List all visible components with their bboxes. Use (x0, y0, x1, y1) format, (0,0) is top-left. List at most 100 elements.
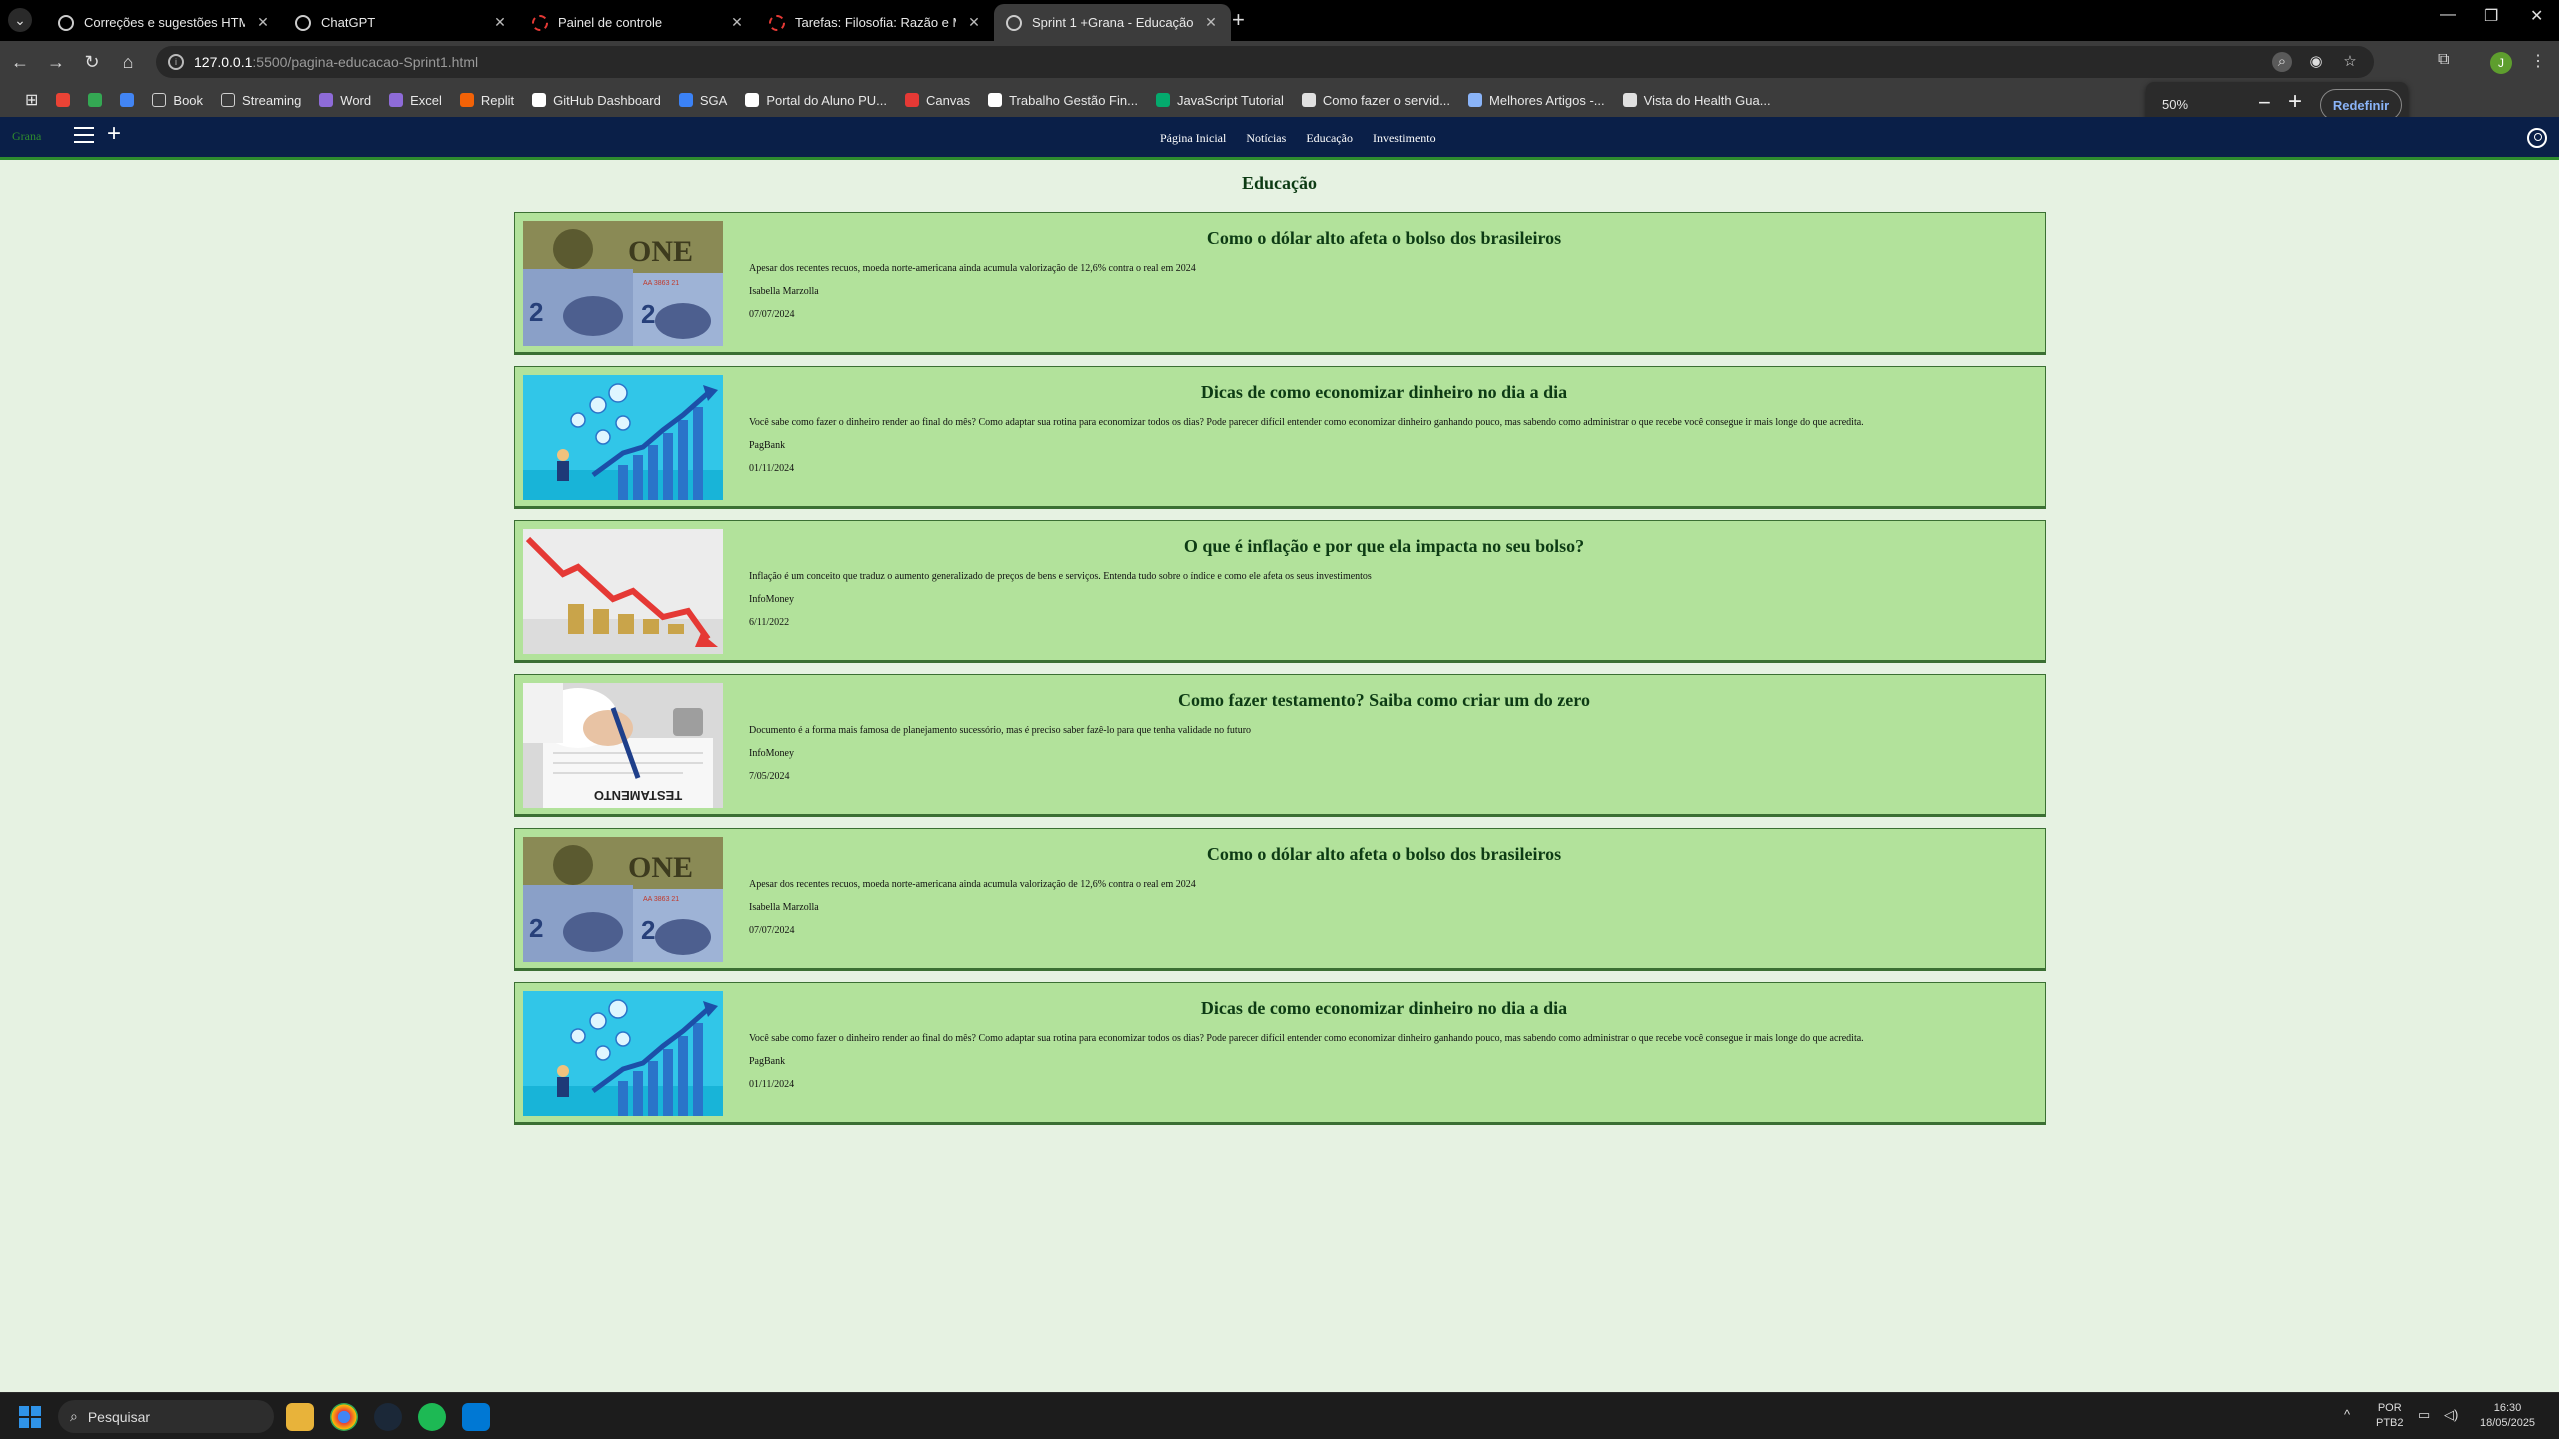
article-image[interactable] (523, 529, 723, 654)
profile-avatar[interactable]: J (2490, 52, 2512, 74)
bookmark-label: JavaScript Tutorial (1176, 92, 1284, 108)
article-image[interactable]: ONE 2 2 AA 3863 21 (523, 837, 723, 962)
home-icon[interactable]: ⌂ (116, 50, 140, 74)
window-close-icon[interactable]: ✕ (2530, 6, 2543, 26)
close-icon[interactable]: ✕ (1203, 14, 1219, 31)
bookmark-docs[interactable] (111, 93, 143, 107)
article-card[interactable]: ONE 2 2 AA 3863 21 Como o dólar alto afeta o… (514, 212, 2046, 355)
bookmark-javascript-tutorial[interactable]: JavaScript Tutorial (1147, 93, 1293, 108)
minimize-icon[interactable]: — (2440, 6, 2456, 24)
bookmark-label: Portal do Aluno PU... (766, 92, 887, 108)
bookmark-label: Melhores Artigos -... (1489, 92, 1605, 108)
zoom-out-button[interactable]: − (2258, 90, 2271, 116)
article-card[interactable]: ONE 2 2 AA 3863 21 Como o dólar alto afeta o… (514, 828, 2046, 971)
menu-item-pagina-inicial[interactable]: Página Inicial (1160, 131, 1226, 146)
bookmark-como-fazer-o-servid[interactable]: Como fazer o servid... (1293, 93, 1459, 108)
article-card[interactable]: TESTAMENTO Como fazer testamento? Saiba c… (514, 674, 2046, 817)
url-text[interactable]: 127.0.0.1:5500/pagina-educacao-Sprint1.h… (194, 54, 478, 70)
bookmark-portal-do-aluno-pu[interactable]: Portal do Aluno PU... (736, 93, 896, 108)
vscode-icon[interactable] (462, 1403, 490, 1431)
bookmark-github-dashboard[interactable]: GitHub Dashboard (523, 93, 670, 108)
bookmark-word[interactable]: Word (310, 93, 380, 108)
menu-kebab-icon[interactable]: ⋮ (2530, 51, 2546, 71)
plus-icon[interactable]: + (107, 122, 121, 146)
article-title[interactable]: O que é inflação e por que ela impacta n… (723, 536, 2045, 557)
bookmark-drive[interactable] (79, 93, 111, 107)
taskbar-search[interactable]: ⌕ Pesquisar (58, 1400, 274, 1433)
svg-text:2: 2 (641, 915, 655, 945)
article-title[interactable]: Como o dólar alto afeta o bolso dos bras… (723, 228, 2045, 249)
bookmark-vista-do-health-gua[interactable]: Vista do Health Gua... (1614, 93, 1780, 108)
bookmark-streaming[interactable]: Streaming (212, 93, 310, 108)
tab-correcoes[interactable]: Correções e sugestões HTML ✕ (46, 4, 283, 41)
browser-tab-strip: ⌄ Correções e sugestões HTML ✕ ChatGPT ✕… (0, 0, 2559, 41)
close-icon[interactable]: ✕ (492, 14, 508, 31)
user-account-icon[interactable] (2527, 128, 2547, 148)
bookmark-canvas[interactable]: Canvas (896, 93, 979, 108)
bookmark-label: Trabalho Gestão Fin... (1009, 92, 1138, 108)
tab-sprint-educacao[interactable]: Sprint 1 +Grana - Educação ✕ (994, 4, 1231, 41)
bookmark-replit[interactable]: Replit (451, 93, 523, 108)
new-tab-button[interactable]: + (1232, 9, 1245, 31)
tab-tarefas[interactable]: Tarefas: Filosofia: Razão e Mod ✕ (757, 4, 994, 41)
article-card[interactable]: Dicas de como economizar dinheiro no dia… (514, 982, 2046, 1125)
bookmark-gmail[interactable] (47, 93, 79, 107)
menu-item-educacao[interactable]: Educação (1306, 131, 1353, 146)
star-icon[interactable]: ☆ (2340, 52, 2360, 72)
article-card[interactable]: Dicas de como economizar dinheiro no dia… (514, 366, 2046, 509)
back-icon[interactable]: ← (8, 50, 32, 74)
folder-icon (221, 93, 236, 107)
tab-chatgpt[interactable]: ChatGPT ✕ (283, 4, 520, 41)
site-logo[interactable]: Grana (12, 129, 41, 144)
windows-start-icon[interactable] (19, 1406, 41, 1428)
svg-text:ONE: ONE (628, 851, 693, 884)
hamburger-menu-icon[interactable] (74, 127, 94, 143)
extensions-icon[interactable]: ⧉ (2438, 51, 2449, 69)
steam-icon[interactable] (374, 1403, 402, 1431)
menu-item-noticias[interactable]: Notícias (1246, 131, 1286, 146)
volume-icon[interactable]: ◁) (2444, 1407, 2458, 1422)
article-image[interactable] (523, 991, 723, 1116)
bookmark-melhores-artigos[interactable]: Melhores Artigos -... (1459, 93, 1614, 108)
tab-painel[interactable]: Painel de controle ✕ (520, 4, 757, 41)
bookmark-book[interactable]: Book (143, 93, 212, 108)
article-title[interactable]: Como o dólar alto afeta o bolso dos bras… (723, 844, 2045, 865)
canvas-icon (905, 93, 919, 107)
restore-icon[interactable]: ❐ (2484, 6, 2498, 26)
article-image[interactable]: TESTAMENTO (523, 683, 723, 808)
bookmark-trabalho-gest-o-fin[interactable]: Trabalho Gestão Fin... (979, 93, 1147, 108)
menu-item-investimento[interactable]: Investimento (1373, 131, 1436, 146)
bookmark-excel[interactable]: Excel (380, 93, 451, 108)
chrome-icon[interactable] (330, 1403, 358, 1431)
article-title[interactable]: Dicas de como economizar dinheiro no dia… (723, 998, 2045, 1019)
loading-icon (769, 14, 785, 31)
article-title[interactable]: Dicas de como economizar dinheiro no dia… (723, 382, 2045, 403)
tab-search-icon[interactable]: ⌄ (8, 8, 32, 32)
clock[interactable]: 16:30 18/05/2025 (2480, 1401, 2535, 1431)
bookmark-sga[interactable]: SGA (670, 93, 736, 108)
zoom-in-button[interactable]: + (2288, 88, 2302, 116)
bookmark-label: SGA (699, 92, 728, 108)
eye-icon[interactable]: ◉ (2306, 52, 2326, 72)
address-bar[interactable]: i 127.0.0.1:5500/pagina-educacao-Sprint1… (156, 46, 2374, 78)
article-card[interactable]: O que é inflação e por que ela impacta n… (514, 520, 2046, 663)
close-icon[interactable]: ✕ (729, 14, 745, 31)
forward-icon[interactable]: → (44, 50, 68, 74)
close-icon[interactable]: ✕ (255, 14, 271, 31)
spotify-icon[interactable] (418, 1403, 446, 1431)
article-author: PagBank (749, 440, 786, 451)
reload-icon[interactable]: ↻ (80, 50, 104, 74)
docs-icon (120, 93, 135, 107)
article-title[interactable]: Como fazer testamento? Saiba como criar … (723, 690, 2045, 711)
drive-icon (88, 93, 103, 107)
file-explorer-icon[interactable] (286, 1403, 314, 1431)
language-indicator[interactable]: POR PTB2 (2376, 1401, 2404, 1431)
article-image[interactable]: ONE 2 2 AA 3863 21 (523, 221, 723, 346)
close-icon[interactable]: ✕ (966, 14, 982, 31)
zoom-icon[interactable]: ⌕ (2272, 52, 2292, 72)
network-icon[interactable]: ▭ (2418, 1407, 2430, 1422)
site-info-icon[interactable]: i (168, 54, 184, 70)
apps-grid-icon[interactable]: ⊞ (16, 90, 47, 110)
article-image[interactable] (523, 375, 723, 500)
tray-chevron-icon[interactable]: ^ (2344, 1407, 2350, 1422)
